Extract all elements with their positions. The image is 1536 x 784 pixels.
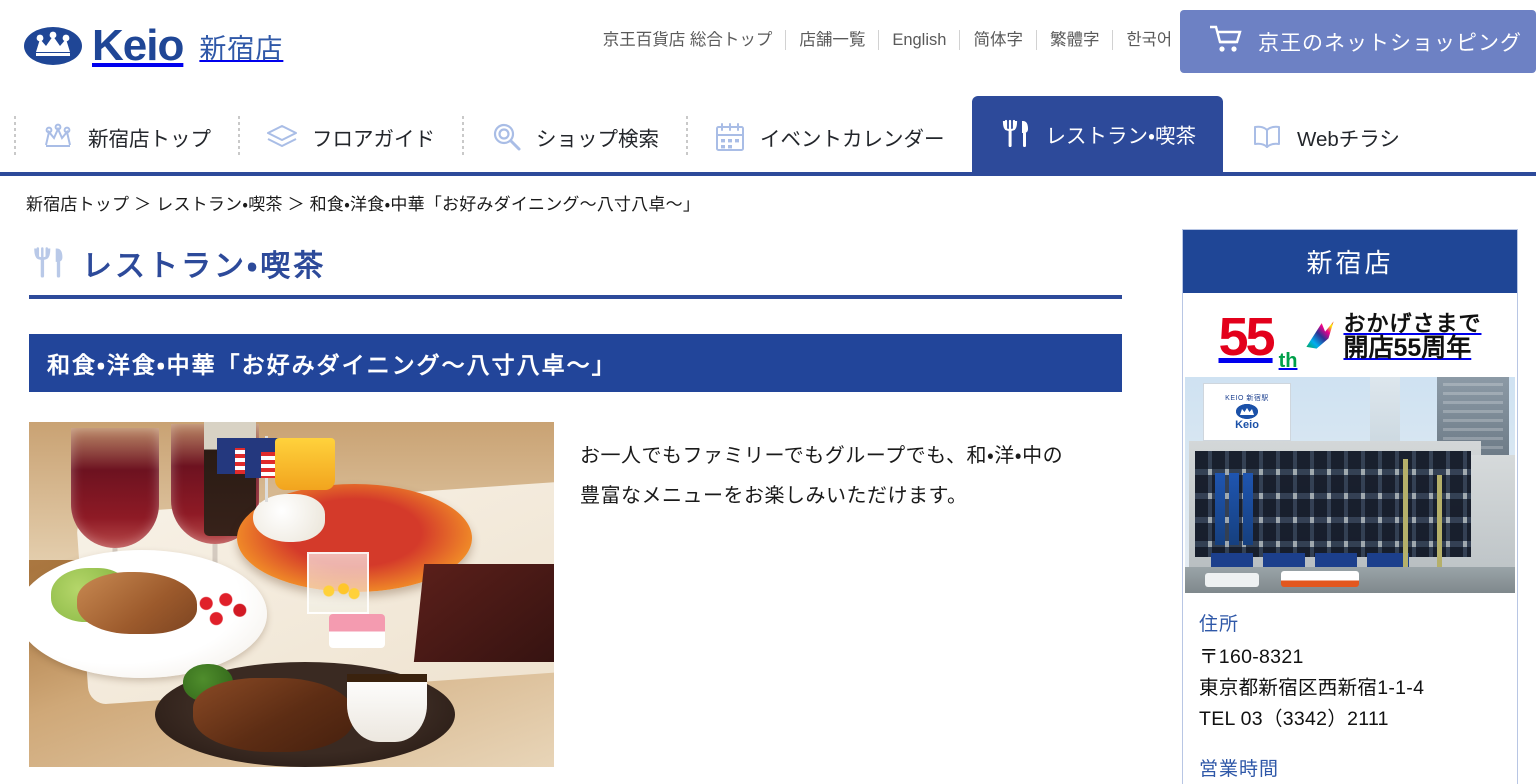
anniversary-banner[interactable]: 55 th おかげさまで 開店55周年 xyxy=(1183,293,1517,377)
breadcrumb: 新宿店トップ ＞ レストラン・喫茶 ＞ 和食・洋食・中華「お好みダイニング～八寸… xyxy=(26,195,701,214)
section-heading: 和食・洋食・中華「お好みダイニング～八寸八卓～」 xyxy=(29,334,1122,392)
intro-description: お一人でもファミリーでもグループでも、和・洋・中の 豊富なメニューをお楽しみいた… xyxy=(580,422,1063,767)
nav-item-floor-guide[interactable]: フロアガイド xyxy=(238,102,462,172)
crown-logo-icon xyxy=(24,26,82,66)
store-details: 住所 〒160-8321 東京都新宿区西新宿1-1-4 TEL 03（3342）… xyxy=(1183,593,1517,781)
nav-label: フロアガイド xyxy=(312,128,435,151)
title-divider xyxy=(29,295,1122,299)
description-line-2: 豊富なメニューをお楽しみいただけます。 xyxy=(580,485,968,507)
logo-store-name: 新宿店 xyxy=(199,33,284,64)
cutlery-icon xyxy=(30,244,68,282)
nav-label: Webチラシ xyxy=(1296,128,1400,151)
link-store-list[interactable]: 店舗一覧 xyxy=(786,30,880,50)
calendar-icon xyxy=(713,120,747,154)
building-sign-top: KEIO 新宿駅 xyxy=(1225,395,1269,402)
main-content: レストラン・喫茶 和食・洋食・中華「お好みダイニング～八寸八卓～」 お一人でもフ… xyxy=(0,229,1165,784)
link-korean[interactable]: 한국어 xyxy=(1113,30,1172,50)
link-english[interactable]: English xyxy=(879,30,961,50)
net-shopping-button[interactable]: 京王のネットショッピング xyxy=(1180,10,1536,73)
nav-item-restaurant-cafe[interactable]: レストラン・喫茶 xyxy=(971,96,1223,172)
nav-label: イベントカレンダー xyxy=(760,128,945,151)
anniversary-line-1: おかげさまで xyxy=(1343,311,1482,337)
nav-item-shop-search[interactable]: ショップ検索 xyxy=(462,102,686,172)
link-keio-top[interactable]: 京王百貨店 総合トップ xyxy=(603,30,787,50)
store-info-box: 新宿店 55 th おかげさまで 開店55周年 KEIO 新宿駅 Keio 住所… xyxy=(1182,229,1518,784)
anniversary-suffix: th xyxy=(1278,350,1298,372)
nav-label: レストラン・喫茶 xyxy=(1045,125,1196,148)
page-body: レストラン・喫茶 和食・洋食・中華「お好みダイニング～八寸八卓～」 お一人でもフ… xyxy=(0,229,1536,784)
main-navigation: 新宿店トップ フロアガイド ショップ検索 イベントカレンダー レストラン・喫茶 … xyxy=(0,96,1536,176)
sidebar: 新宿店 55 th おかげさまで 開店55周年 KEIO 新宿駅 Keio 住所… xyxy=(1165,229,1518,784)
link-traditional-chinese[interactable]: 繁體字 xyxy=(1037,30,1114,50)
restaurant-dishes-photo xyxy=(29,422,554,767)
nav-item-event-calendar[interactable]: イベントカレンダー xyxy=(686,102,972,172)
nav-item-web-flyer[interactable]: Webチラシ xyxy=(1223,102,1427,172)
shopping-cart-icon xyxy=(1208,24,1242,59)
intro-section: お一人でもファミリーでもグループでも、和・洋・中の 豊富なメニューをお楽しみいた… xyxy=(29,422,1165,767)
cutlery-icon xyxy=(999,117,1033,151)
nav-label: ショップ検索 xyxy=(536,128,659,151)
address-line-3: TEL 03（3342）2111 xyxy=(1199,707,1389,730)
keio-shinjuku-store-building-photo: KEIO 新宿駅 Keio xyxy=(1185,377,1515,593)
building-sign-logo-text: Keio xyxy=(1235,419,1259,431)
anniversary-number: 55 xyxy=(1218,306,1276,367)
net-shopping-label: 京王のネットショッピング xyxy=(1258,31,1522,55)
utility-links: 京王百貨店 総合トップ 店舗一覧 English 简体字 繁體字 한국어 xyxy=(603,30,1172,50)
nav-item-shinjuku-top[interactable]: 新宿店トップ xyxy=(14,102,238,172)
page-title-text: レストラン・喫茶 xyxy=(82,250,327,283)
anniversary-line-2: 開店55周年 xyxy=(1343,334,1472,363)
rainbow-bird-icon xyxy=(1303,318,1337,357)
address-line-1: 〒160-8321 xyxy=(1199,646,1304,668)
layers-icon xyxy=(265,120,299,154)
address-line-2: 東京都新宿区西新宿1-1-4 xyxy=(1199,676,1425,699)
crown-icon xyxy=(41,120,75,154)
site-logo[interactable]: Keio 新宿店 xyxy=(24,24,283,68)
page-title: レストラン・喫茶 xyxy=(26,229,1165,295)
crown-logo-icon xyxy=(1236,404,1258,419)
address-label: 住所 xyxy=(1199,614,1240,635)
sidebar-store-name: 新宿店 xyxy=(1183,230,1517,293)
nav-label: 新宿店トップ xyxy=(88,128,211,151)
book-icon xyxy=(1250,120,1284,154)
search-icon xyxy=(489,120,523,154)
hours-label: 営業時間 xyxy=(1199,759,1280,781)
logo-wordmark: Keio xyxy=(92,21,184,70)
link-simplified-chinese[interactable]: 简体字 xyxy=(960,30,1037,50)
building-sign: KEIO 新宿駅 Keio xyxy=(1203,383,1291,441)
site-header: Keio 新宿店 京王百貨店 総合トップ 店舗一覧 English 简体字 繁體… xyxy=(0,0,1536,96)
description-line-1: お一人でもファミリーでもグループでも、和・洋・中の xyxy=(580,445,1064,467)
